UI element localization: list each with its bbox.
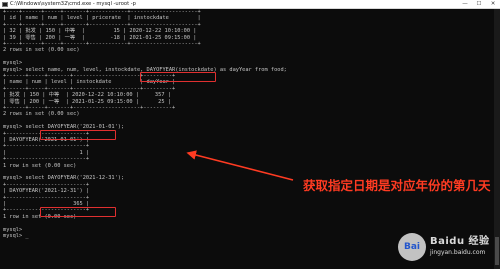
- baidu-logo-icon: Bai: [398, 233, 426, 261]
- terminal-scrollbar[interactable]: [494, 9, 500, 269]
- annotation-text: 获取指定日期是对应年份的第几天: [303, 178, 491, 193]
- baidu-watermark: Bai Baidu 经验 jingyan.baidu.com: [398, 227, 494, 267]
- scrollbar-thumb[interactable]: [495, 237, 499, 265]
- watermark-url: jingyan.baidu.com: [430, 249, 486, 256]
- watermark-title: Baidu 经验: [430, 236, 490, 247]
